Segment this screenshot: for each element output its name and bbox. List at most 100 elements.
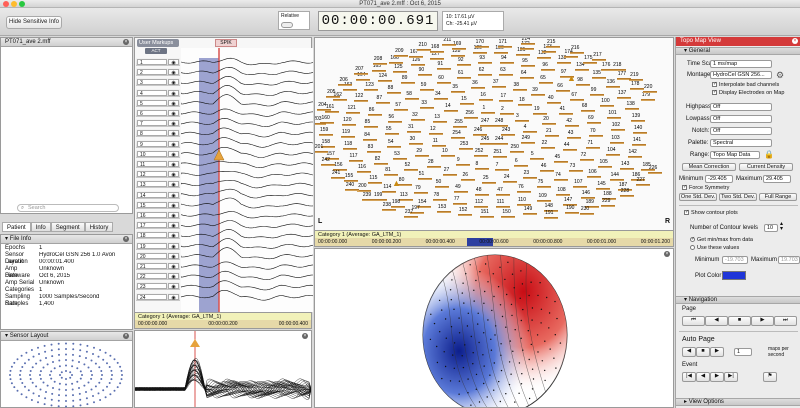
electrode-label[interactable]: 156: [334, 162, 342, 168]
electrode-label[interactable]: 119: [342, 129, 350, 135]
full-range-button[interactable]: Full Range: [759, 193, 797, 201]
auto-prev-icon[interactable]: ◀: [682, 347, 696, 357]
electrode-label[interactable]: 178: [631, 81, 639, 87]
electrode-label[interactable]: 108: [557, 187, 565, 193]
electrode-label[interactable]: 140: [634, 125, 642, 131]
electrode-label[interactable]: 83: [368, 144, 374, 150]
channel-row[interactable]: 23 ◉: [136, 282, 180, 291]
electrode-label[interactable]: 45: [555, 154, 561, 160]
eye-icon[interactable]: ◉: [168, 161, 179, 168]
electrode-label[interactable]: 113: [400, 192, 408, 198]
electrode-label[interactable]: 215: [547, 39, 555, 45]
electrode-label[interactable]: 46: [541, 163, 547, 169]
electrode-label[interactable]: 123: [365, 82, 373, 88]
electrode-label[interactable]: 22: [542, 140, 548, 146]
electrode-label[interactable]: 256: [465, 110, 473, 116]
channel-row[interactable]: 6 ◉: [136, 109, 180, 117]
use-values-radio[interactable]: Use these values: [690, 245, 739, 251]
mean-correction-button[interactable]: Mean Correction: [682, 163, 736, 171]
minimum-input[interactable]: -29.405: [705, 175, 733, 183]
electrode-label[interactable]: 49: [455, 184, 461, 190]
channel-row[interactable]: 21 ◉: [136, 262, 180, 270]
electrode-label[interactable]: 209: [395, 48, 403, 54]
electrode-label[interactable]: 59: [421, 82, 427, 88]
electrode-label[interactable]: 79: [415, 185, 421, 191]
electrode-label[interactable]: 62: [479, 67, 485, 73]
maximum-input[interactable]: 29.405: [763, 175, 791, 183]
electrode-label[interactable]: 254: [452, 130, 460, 136]
channel-row[interactable]: 8 ◉: [136, 129, 180, 138]
electrode-label[interactable]: 141: [633, 137, 641, 143]
channel-row[interactable]: 17 ◉: [136, 221, 180, 230]
channel-row[interactable]: 9 ◉: [136, 139, 180, 148]
electrode-label[interactable]: 15: [461, 96, 467, 102]
electrode-label[interactable]: 11: [433, 138, 438, 144]
electrode-label[interactable]: 252: [475, 148, 483, 154]
relative-time-box[interactable]: Relative: [278, 11, 310, 30]
electrode-grid[interactable]: 243 244 245 246 247 248 249 250 251 252 253 254 255 2…: [315, 38, 673, 222]
eye-icon[interactable]: ◉: [168, 181, 179, 188]
gear-icon[interactable]: ⚙: [776, 70, 784, 81]
electrode-label[interactable]: 42: [566, 118, 572, 124]
electrode-label[interactable]: 153: [438, 204, 446, 210]
electrode-label[interactable]: 253: [460, 141, 468, 147]
tab-history[interactable]: History: [84, 222, 114, 232]
channel-row[interactable]: 4 ◉: [136, 88, 180, 97]
electrode-label[interactable]: 249: [522, 135, 530, 141]
tab-patient[interactable]: Patient: [2, 222, 31, 232]
electrode-label[interactable]: 191: [545, 210, 553, 216]
electrode-label[interactable]: 81: [385, 167, 391, 173]
electrode-label[interactable]: 34: [435, 91, 441, 97]
electrode-label[interactable]: 6: [515, 158, 518, 164]
next-page-icon[interactable]: ▶: [751, 316, 774, 326]
electrode-label[interactable]: 97: [561, 69, 567, 75]
electrode-label[interactable]: 89: [402, 75, 408, 81]
electrode-label[interactable]: 40: [548, 95, 554, 101]
electrode-label[interactable]: 170: [476, 39, 484, 45]
palette-select[interactable]: Spectral: [710, 139, 772, 147]
electrode-label[interactable]: 220: [644, 84, 652, 90]
electrode-label[interactable]: 47: [497, 187, 503, 193]
plot-color-swatch[interactable]: [722, 271, 746, 280]
eye-icon[interactable]: ◉: [168, 232, 179, 239]
eye-icon[interactable]: ◉: [168, 150, 179, 158]
electrode-label[interactable]: 159: [320, 127, 328, 133]
channel-row[interactable]: 1 ◉: [136, 58, 180, 66]
file-item[interactable]: PT071_ave 2.mff: [5, 39, 51, 45]
close-butterfly-icon[interactable]: ×: [302, 333, 308, 339]
electrode-label[interactable]: 57: [395, 102, 401, 108]
electrode-label[interactable]: 104: [607, 147, 615, 153]
electrode-label[interactable]: 68: [582, 103, 588, 109]
electrode-label[interactable]: 247: [481, 118, 489, 124]
electrode-label[interactable]: 71: [587, 140, 593, 146]
electrode-label[interactable]: 168: [431, 44, 439, 50]
act-label[interactable]: ACT: [145, 48, 167, 54]
lock-icon[interactable]: 🔒: [764, 150, 774, 159]
electrode-label[interactable]: 44: [564, 142, 570, 148]
electrode-label[interactable]: 150: [502, 209, 510, 215]
electrode-label[interactable]: 189: [586, 199, 594, 205]
electrode-label[interactable]: 64: [521, 70, 527, 76]
notch-select[interactable]: Off: [710, 127, 772, 135]
electrode-label[interactable]: 101: [608, 110, 616, 116]
electrode-label[interactable]: 69: [588, 115, 594, 121]
electrode-label[interactable]: 82: [375, 156, 381, 162]
electrode-label[interactable]: 76: [518, 184, 524, 190]
electrode-label[interactable]: 33: [421, 100, 427, 106]
electrode-label[interactable]: 56: [389, 114, 395, 120]
electrode-label[interactable]: 53: [394, 151, 400, 157]
electrode-label[interactable]: 51: [419, 171, 425, 177]
channel-row[interactable]: 24 ◉: [136, 292, 180, 301]
electrode-label[interactable]: 203: [315, 116, 322, 122]
channel-row[interactable]: 22 ◉: [136, 272, 180, 281]
eye-icon[interactable]: ◉: [168, 79, 179, 86]
montage-select[interactable]: HydroCel GSN 256...: [710, 71, 772, 79]
electrode-label[interactable]: 255: [454, 119, 462, 125]
channel-row[interactable]: 20 ◉: [136, 251, 180, 260]
channel-row[interactable]: 5 ◉: [136, 98, 180, 107]
electrode-label[interactable]: 243: [502, 127, 510, 133]
hide-sensitive-info-button[interactable]: Hide Sensitive Info: [6, 16, 62, 29]
electrode-label[interactable]: 21: [546, 128, 552, 134]
electrode-label[interactable]: 229: [602, 198, 610, 204]
electrode-label[interactable]: 124: [379, 73, 387, 79]
